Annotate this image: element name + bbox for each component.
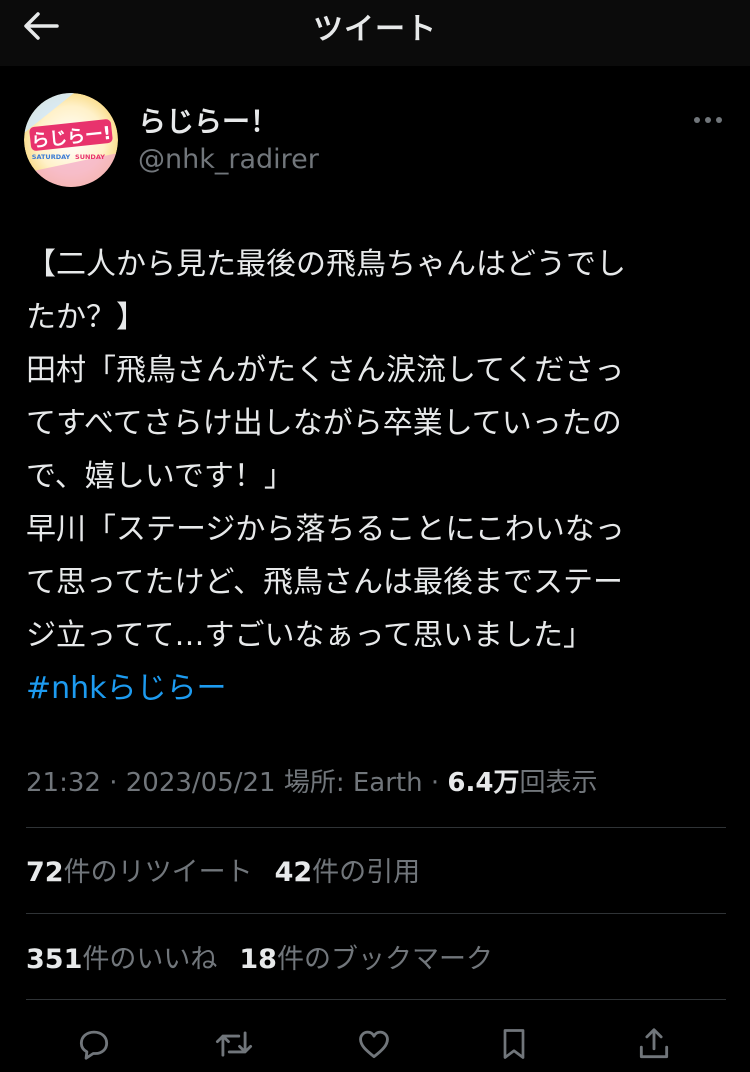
- avatar[interactable]: らじらー! SATURDAY SUNDAY: [24, 93, 118, 187]
- quotes-count: 42: [274, 857, 313, 888]
- divider: [26, 999, 726, 1000]
- tweet-time: 21:32: [26, 768, 101, 798]
- tweet-line: て思ってたけど、飛鳥さんは最後までステー: [26, 565, 623, 600]
- svg-text:SUNDAY: SUNDAY: [75, 153, 105, 161]
- stats-row-likes: 351件のいいね 18件のブックマーク: [26, 937, 493, 976]
- like-button[interactable]: [352, 1022, 396, 1066]
- hashtag-link[interactable]: #nhkらじらー: [26, 662, 726, 715]
- retweets-label: 件のリツイート: [63, 857, 253, 888]
- more-options-button[interactable]: [690, 106, 726, 134]
- stats-row-retweets: 72件のリツイート 42件の引用: [26, 850, 420, 889]
- reply-button[interactable]: [72, 1022, 116, 1066]
- retweets-count: 72: [26, 857, 64, 888]
- views-label: 回表示: [519, 768, 598, 798]
- divider: [26, 913, 726, 914]
- tweet-line: 早川「ステージから落ちることにこわいなっ: [26, 512, 625, 547]
- divider: [26, 827, 726, 828]
- meta-separator: ·: [422, 768, 448, 798]
- tweet-text: 【二人から見た最後の飛鳥ちゃんはどうでし たか？】 田村「飛鳥さんがたくさん涙流…: [26, 238, 726, 715]
- meta-separator: ·: [100, 768, 126, 798]
- action-bar: [0, 1022, 750, 1070]
- views-count: 6.4万: [447, 768, 520, 798]
- likes-count: 351: [26, 944, 83, 975]
- svg-text:SATURDAY: SATURDAY: [32, 153, 71, 161]
- tweet-line: で、嬉しいです！」: [26, 459, 294, 494]
- quotes-label: 件の引用: [312, 857, 421, 888]
- tweet-date: 2023/05/21: [125, 768, 276, 798]
- avatar-logo: らじらー! SATURDAY SUNDAY: [24, 93, 118, 187]
- tweet-line: たか？】: [26, 300, 146, 335]
- like-icon: [359, 1030, 389, 1059]
- share-button[interactable]: [632, 1022, 676, 1066]
- retweet-button[interactable]: [212, 1022, 256, 1066]
- retweets-stat[interactable]: 72件のリツイート: [26, 857, 253, 888]
- author-handle[interactable]: @nhk_radirer: [138, 144, 319, 175]
- top-bar: ツイート: [0, 0, 750, 66]
- reply-icon: [79, 1030, 109, 1060]
- likes-label: 件のいいね: [82, 944, 218, 975]
- tweet-line: てすべてさらけ出しながら卒業していったの: [26, 406, 622, 441]
- bookmarks-label: 件のブックマーク: [276, 944, 493, 975]
- tweet-meta: 21:32 · 2023/05/21 場所: Earth · 6.4万回表示: [26, 762, 597, 799]
- tweet-line: ジ立ってて…すごいなぁって思いました」: [26, 618, 593, 653]
- bookmarks-stat[interactable]: 18件のブックマーク: [239, 944, 493, 975]
- likes-stat[interactable]: 351件のいいね: [26, 944, 217, 975]
- more-icon: [694, 117, 722, 123]
- bookmark-icon: [503, 1029, 525, 1059]
- share-icon: [639, 1028, 669, 1059]
- bookmark-button[interactable]: [492, 1022, 536, 1066]
- quotes-stat[interactable]: 42件の引用: [275, 857, 421, 888]
- retweet-icon: [215, 1031, 253, 1057]
- page-title: ツイート: [313, 12, 437, 47]
- tweet-location: 場所: Earth: [275, 768, 423, 798]
- tweet-line: 【二人から見た最後の飛鳥ちゃんはどうでし: [26, 247, 626, 282]
- bookmarks-count: 18: [239, 944, 277, 975]
- author-display-name[interactable]: らじらー！: [138, 100, 278, 140]
- tweet-line: 田村「飛鳥さんがたくさん涙流してくださっ: [26, 353, 625, 388]
